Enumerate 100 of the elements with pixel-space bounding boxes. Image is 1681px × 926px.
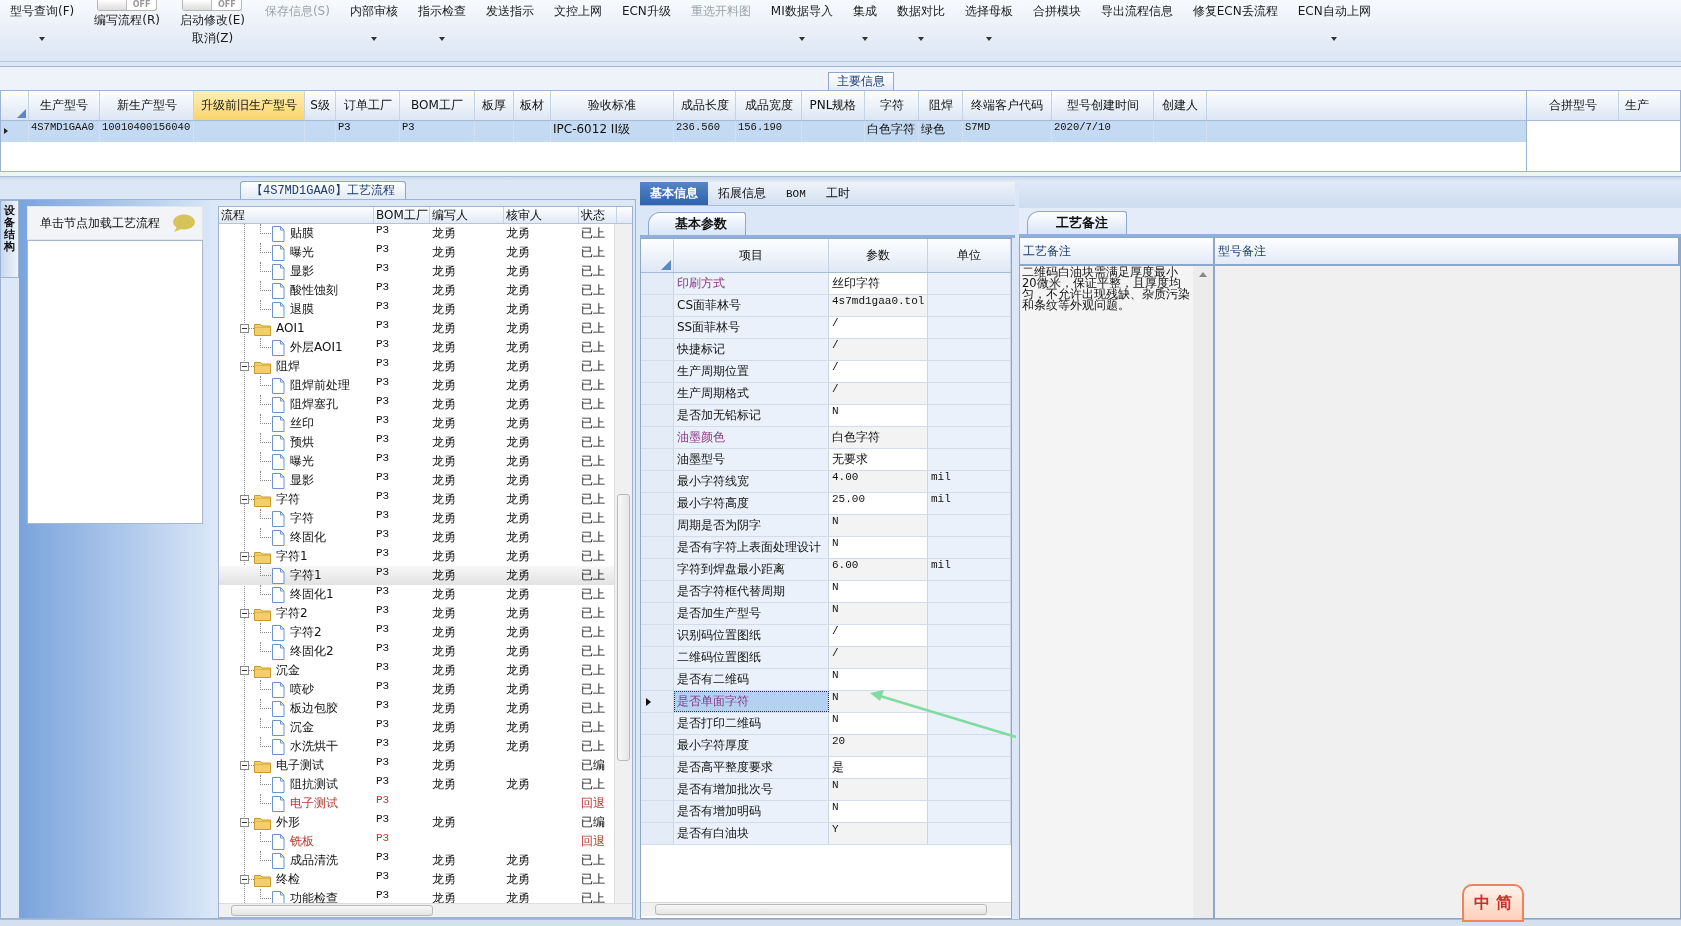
tree-node-label[interactable]: 退膜 xyxy=(290,300,314,319)
collapse-icon[interactable] xyxy=(240,495,249,504)
tree-node-label[interactable]: 水洗烘干 xyxy=(290,737,338,756)
table-cell[interactable]: 4s7md1gaa0.tol xyxy=(829,295,928,316)
tree-node-label[interactable]: 酸性蚀刻 xyxy=(290,281,338,300)
horizontal-scrollbar[interactable] xyxy=(219,903,632,917)
tree-node-label[interactable]: 终检 xyxy=(276,870,300,889)
toolbar-button[interactable]: ECN自动上网 xyxy=(1295,0,1373,41)
toolbar-button[interactable]: 内部审核 xyxy=(347,0,400,41)
tree-row[interactable]: 酸性蚀刻 P3 龙勇 龙勇 已上 xyxy=(219,281,615,300)
ime-mode-label[interactable]: 中 xyxy=(1474,892,1490,914)
tree-row[interactable]: 显影 P3 龙勇 龙勇 已上 xyxy=(219,471,615,490)
tree-row[interactable]: 字符2 P3 龙勇 龙勇 已上 xyxy=(219,623,615,642)
table-cell[interactable]: / xyxy=(829,361,928,382)
tree-row[interactable]: 外层AOI1 P3 龙勇 龙勇 已上 xyxy=(219,338,615,357)
table-cell[interactable]: N xyxy=(829,405,928,426)
tree-row[interactable]: 板边包胶 P3 龙勇 龙勇 已上 xyxy=(219,699,615,718)
column-header[interactable]: BOM工厂 xyxy=(400,91,475,120)
table-cell[interactable]: N xyxy=(829,669,928,690)
table-cell[interactable]: Y xyxy=(829,823,928,844)
column-header[interactable]: 型号备注 xyxy=(1215,238,1680,264)
tree-row[interactable]: 沉金 P3 龙勇 龙勇 已上 xyxy=(219,718,615,737)
tree-node-label[interactable]: 阻焊 xyxy=(276,357,300,376)
tree-row[interactable]: 曝光 P3 龙勇 龙勇 已上 xyxy=(219,243,615,262)
table-cell[interactable]: N xyxy=(829,581,928,602)
tree-node-label[interactable]: 电子测试 xyxy=(290,794,338,813)
table-cell[interactable]: N xyxy=(829,603,928,624)
tree-row[interactable]: 字符1 P3 龙勇 龙勇 已上 xyxy=(219,547,615,566)
toolbar-button[interactable]: 数据对比 xyxy=(894,0,947,41)
table-cell[interactable]: / xyxy=(829,339,928,360)
tree-row[interactable]: 阻焊 P3 龙勇 龙勇 已上 xyxy=(219,357,615,376)
table-cell[interactable]: 4.00 xyxy=(829,471,928,492)
column-header[interactable]: 参数 xyxy=(829,239,928,272)
column-header[interactable]: 板厚 xyxy=(475,91,514,120)
column-header[interactable]: 项目 xyxy=(674,239,829,272)
column-header[interactable]: 生产型号 xyxy=(29,91,100,120)
tree-node-label[interactable]: AOI1 xyxy=(276,319,305,338)
tree-row[interactable]: 电子测试 P3 龙勇 已编 xyxy=(219,756,615,775)
tree-node-label[interactable]: 阻焊前处理 xyxy=(290,376,350,395)
table-cell[interactable]: 丝印字符 xyxy=(829,273,928,294)
toolbar-button[interactable]: 发送指示 xyxy=(483,0,536,19)
tree-row[interactable]: 字符 P3 龙勇 龙勇 已上 xyxy=(219,509,615,528)
tree-row[interactable]: 退膜 P3 龙勇 龙勇 已上 xyxy=(219,300,615,319)
toolbar-button[interactable]: ECN升级 xyxy=(619,0,673,19)
tree-row[interactable]: AOI1 P3 龙勇 龙勇 已上 xyxy=(219,319,615,338)
tree-node-label[interactable]: 字符1 xyxy=(276,547,308,566)
tree-node-label[interactable]: 沉金 xyxy=(290,718,314,737)
ime-status-widget[interactable]: 中 简 xyxy=(1462,884,1524,922)
collapse-icon[interactable] xyxy=(240,875,249,884)
tree-row[interactable]: 显影 P3 龙勇 龙勇 已上 xyxy=(219,262,615,281)
tree-node-label[interactable]: 丝印 xyxy=(290,414,314,433)
tree-node-label[interactable]: 沉金 xyxy=(276,661,300,680)
column-header[interactable]: 阻焊 xyxy=(919,91,963,120)
vertical-scrollbar[interactable] xyxy=(614,224,632,903)
toolbar-button[interactable]: 编写流程(R) xyxy=(92,11,162,29)
scroll-up-icon[interactable] xyxy=(1199,272,1208,277)
table-cell[interactable]: 无要求 xyxy=(829,449,928,470)
toolbar-button[interactable]: 合拼模块 xyxy=(1030,0,1083,19)
tree-row[interactable]: 水洗烘干 P3 龙勇 龙勇 已上 xyxy=(219,737,615,756)
tree-node-label[interactable]: 字符 xyxy=(290,509,314,528)
tree-row[interactable]: 曝光 P3 龙勇 龙勇 已上 xyxy=(219,452,615,471)
tree-node-label[interactable]: 板边包胶 xyxy=(290,699,338,718)
column-header[interactable]: 合拼型号 xyxy=(1527,91,1619,120)
tree-row[interactable]: 终检 P3 龙勇 龙勇 已上 xyxy=(219,870,615,889)
table-cell[interactable]: 白色字符 xyxy=(829,427,928,448)
tree-node-label[interactable]: 字符1 xyxy=(290,566,322,585)
column-header[interactable]: 核审人 xyxy=(504,207,579,223)
column-header[interactable]: PNL规格 xyxy=(802,91,865,120)
tree-row[interactable]: 喷砂 P3 龙勇 龙勇 已上 xyxy=(219,680,615,699)
tree-node-label[interactable]: 铣板 xyxy=(290,832,314,851)
column-header[interactable]: 验收标准 xyxy=(551,91,674,120)
tree-node-label[interactable]: 字符 xyxy=(276,490,300,509)
tree-node-label[interactable]: 阻抗测试 xyxy=(290,775,338,794)
table-cell[interactable]: N xyxy=(829,537,928,558)
tree-row[interactable]: 电子测试 P3 回退 xyxy=(219,794,615,813)
tab[interactable]: BOM xyxy=(776,182,816,205)
table-cell[interactable]: 是 xyxy=(829,757,928,778)
table-cell[interactable]: 20 xyxy=(829,735,928,756)
tree-row[interactable]: 终固化2 P3 龙勇 龙勇 已上 xyxy=(219,642,615,661)
table-cell[interactable]: N xyxy=(829,515,928,536)
tree-node-label[interactable]: 电子测试 xyxy=(276,756,324,775)
column-header[interactable]: BOM工厂 xyxy=(374,207,430,223)
table-cell[interactable]: N xyxy=(829,801,928,822)
tab[interactable]: 基本信息 xyxy=(640,182,708,205)
column-header[interactable]: 字符 xyxy=(865,91,919,120)
column-header[interactable]: 状态 xyxy=(579,207,617,223)
collapse-icon[interactable] xyxy=(240,609,249,618)
toolbar-button[interactable]: 集成 xyxy=(850,0,879,41)
toolbar-button[interactable]: MI数据导入 xyxy=(768,0,835,41)
tree-node-label[interactable]: 喷砂 xyxy=(290,680,314,699)
tree-row[interactable]: 贴膜 P3 龙勇 龙勇 已上 xyxy=(219,224,615,243)
toolbar-button[interactable]: 型号查询(F) xyxy=(8,0,77,41)
tree-node-label[interactable]: 功能检查 xyxy=(290,889,338,903)
column-header[interactable]: 成品长度 xyxy=(674,91,736,120)
collapse-icon[interactable] xyxy=(240,818,249,827)
tree-node-label[interactable]: 字符2 xyxy=(290,623,322,642)
toolbar-button[interactable]: 启动修改(E) xyxy=(177,11,247,29)
column-header[interactable]: 单位 xyxy=(928,239,1011,272)
ime-mode-label[interactable]: 简 xyxy=(1496,892,1512,914)
collapse-icon[interactable] xyxy=(240,666,249,675)
